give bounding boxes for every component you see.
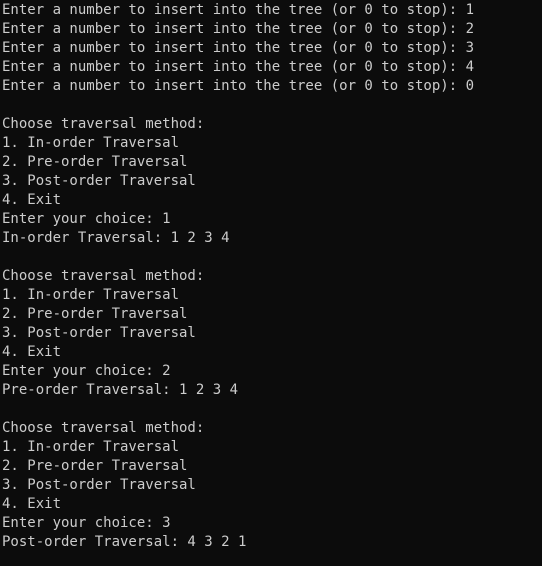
- terminal-line: Choose traversal method:: [2, 420, 205, 436]
- terminal-line: Enter a number to insert into the tree (…: [2, 78, 475, 94]
- terminal-line: Enter a number to insert into the tree (…: [2, 59, 475, 75]
- terminal-line: Enter a number to insert into the tree (…: [2, 2, 475, 18]
- terminal-line: 1. In-order Traversal: [2, 287, 180, 303]
- terminal-line: Choose traversal method:: [2, 268, 205, 284]
- terminal-line: Enter your choice: 1: [2, 211, 171, 227]
- terminal-line: 3. Post-order Traversal: [2, 173, 196, 189]
- terminal-line: 3. Post-order Traversal: [2, 325, 196, 341]
- terminal-line: 2. Pre-order Traversal: [2, 306, 188, 322]
- terminal-window[interactable]: Enter a number to insert into the tree (…: [0, 0, 542, 566]
- terminal-line: 4. Exit: [2, 192, 62, 208]
- terminal-line: 2. Pre-order Traversal: [2, 458, 188, 474]
- terminal-line: Choose traversal method:: [2, 116, 205, 132]
- terminal-line: 4. Exit: [2, 344, 62, 360]
- terminal-line: 3. Post-order Traversal: [2, 477, 196, 493]
- terminal-line: Enter your choice: 2: [2, 363, 171, 379]
- terminal-line: Pre-order Traversal: 1 2 3 4: [2, 382, 239, 398]
- terminal-line: 1. In-order Traversal: [2, 135, 180, 151]
- terminal-line: 4. Exit: [2, 496, 62, 512]
- terminal-line: Enter a number to insert into the tree (…: [2, 21, 475, 37]
- terminal-line: 2. Pre-order Traversal: [2, 154, 188, 170]
- terminal-line: In-order Traversal: 1 2 3 4: [2, 230, 230, 246]
- terminal-line: Enter your choice: 3: [2, 515, 171, 531]
- terminal-line: Enter a number to insert into the tree (…: [2, 40, 475, 56]
- terminal-output: Enter a number to insert into the tree (…: [2, 1, 542, 552]
- terminal-line: 1. In-order Traversal: [2, 439, 180, 455]
- terminal-line: Post-order Traversal: 4 3 2 1: [2, 534, 247, 550]
